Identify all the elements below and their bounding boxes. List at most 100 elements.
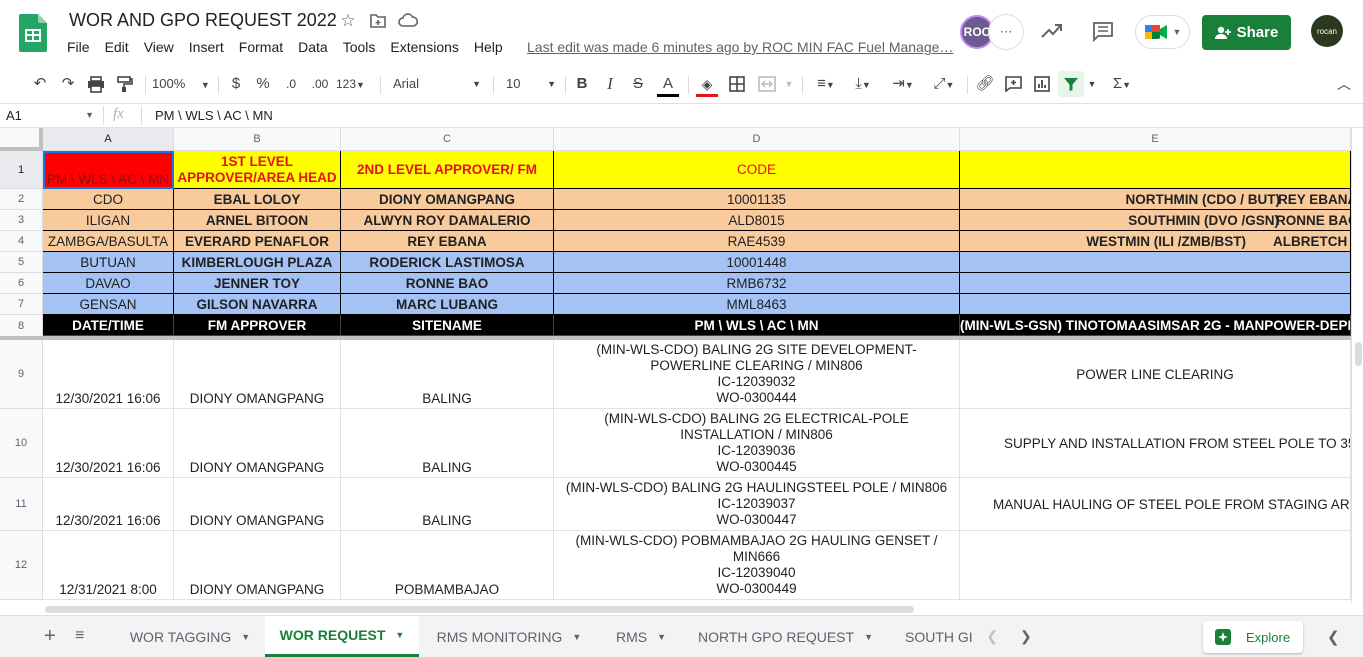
cell-a7[interactable]: GENSAN <box>43 294 174 315</box>
menu-extensions[interactable]: Extensions <box>390 39 458 55</box>
spreadsheet-grid[interactable]: A B C D E 1 2 3 4 5 6 7 8 9 10 11 12 PM … <box>0 128 1351 603</box>
cell-b5[interactable]: KIMBERLOUGH PLAZA <box>174 252 341 273</box>
insert-chart-icon[interactable] <box>1034 76 1050 92</box>
row-header[interactable]: 6 <box>0 273 43 294</box>
cell-c4[interactable]: REY EBANA <box>341 231 554 252</box>
cell-b1[interactable]: 1ST LEVEL APPROVER/AREA HEAD <box>174 151 341 189</box>
cell-e9[interactable]: POWER LINE CLEARING <box>960 340 1351 409</box>
cell-d11[interactable]: (MIN-WLS-CDO) BALING 2G HAULINGSTEEL POL… <box>554 478 960 531</box>
percent-button[interactable]: % <box>255 74 271 94</box>
horizontal-scroll-thumb[interactable] <box>45 606 914 613</box>
horizontal-scrollbar[interactable] <box>43 603 1363 615</box>
cell-c3[interactable]: ALWYN ROY DAMALERIO <box>341 210 554 231</box>
functions-icon[interactable]: Σ▼ <box>1107 74 1137 94</box>
cell-a9[interactable]: 12/30/2021 16:06 <box>43 340 174 409</box>
cell-c7[interactable]: MARC LUBANG <box>341 294 554 315</box>
cell-e6[interactable] <box>960 273 1351 294</box>
activity-trend-icon[interactable] <box>1041 22 1063 40</box>
cell-a4[interactable]: ZAMBGA/BASULTA <box>43 231 174 252</box>
cell-d3[interactable]: ALD8015 <box>554 210 960 231</box>
row-header[interactable]: 9 <box>0 340 43 409</box>
cell-e3[interactable]: SOUTHMIN (DVO /GSN) RONNE BAO <box>960 210 1351 231</box>
cell-c1[interactable]: 2ND LEVEL APPROVER/ FM <box>341 151 554 189</box>
menu-format[interactable]: Format <box>239 39 283 55</box>
cell-e1[interactable] <box>960 151 1351 189</box>
scroll-tabs-left-icon[interactable]: ❮ <box>986 628 998 645</box>
cell-e11[interactable]: MANUAL HAULING OF STEEL POLE FROM STAGIN… <box>960 478 1351 531</box>
row-header[interactable]: 5 <box>0 252 43 273</box>
menu-file[interactable]: File <box>67 39 90 55</box>
cell-a12[interactable]: 12/31/2021 8:00 <box>43 531 174 600</box>
text-wrap-icon[interactable]: ⇥▼ <box>887 74 919 94</box>
row-header[interactable]: 1 <box>0 151 43 189</box>
insert-comment-icon[interactable] <box>1005 76 1022 92</box>
share-button[interactable]: Share <box>1202 15 1291 50</box>
column-header-b[interactable]: B <box>174 128 341 151</box>
formula-input[interactable]: PM \ WLS \ AC \ MN <box>155 108 273 123</box>
row-header[interactable]: 10 <box>0 409 43 478</box>
row-header[interactable]: 8 <box>0 315 43 338</box>
cell-b6[interactable]: JENNER TOY <box>174 273 341 294</box>
cell-a2[interactable]: CDO <box>43 189 174 210</box>
cell-d6[interactable]: RMB6732 <box>554 273 960 294</box>
decrease-decimal-button[interactable]: .0 <box>280 74 302 94</box>
cell-a5[interactable]: BUTUAN <box>43 252 174 273</box>
cell-a3[interactable]: ILIGAN <box>43 210 174 231</box>
cell-e2[interactable]: NORTHMIN (CDO / BUT) REY EBANA <box>960 189 1351 210</box>
merge-cells-icon[interactable] <box>758 76 776 92</box>
menu-insert[interactable]: Insert <box>189 39 224 55</box>
filter-icon[interactable] <box>1063 76 1079 92</box>
cell-e4[interactable]: WESTMIN (ILI /ZMB/BST) ALBRETCH <box>960 231 1351 252</box>
increase-decimal-button[interactable]: .00 <box>308 74 332 94</box>
cell-a1[interactable]: PM \ WLS \ AC \ MN <box>43 151 174 189</box>
star-icon[interactable]: ☆ <box>338 11 358 31</box>
cell-e5[interactable] <box>960 252 1351 273</box>
cell-c2[interactable]: DIONY OMANGPANG <box>341 189 554 210</box>
cell-c5[interactable]: RODERICK LASTIMOSA <box>341 252 554 273</box>
font-size-select[interactable]: 10 ▼ <box>506 74 558 94</box>
cell-b11[interactable]: DIONY OMANGPANG <box>174 478 341 531</box>
horizontal-align-icon[interactable]: ≡▼ <box>811 74 841 94</box>
vertical-scrollbar[interactable] <box>1351 128 1363 603</box>
cell-c11[interactable]: BALING <box>341 478 554 531</box>
cloud-status-icon[interactable] <box>398 13 418 28</box>
cell-d7[interactable]: MML8463 <box>554 294 960 315</box>
menu-edit[interactable]: Edit <box>105 39 129 55</box>
cell-e7[interactable] <box>960 294 1351 315</box>
sheets-logo-icon[interactable] <box>19 14 47 52</box>
account-avatar[interactable]: rocan <box>1311 15 1343 47</box>
cell-d8[interactable]: PM \ WLS \ AC \ MN <box>554 315 960 336</box>
cell-d9[interactable]: (MIN-WLS-CDO) BALING 2G SITE DEVELOPMENT… <box>554 340 960 409</box>
name-box[interactable]: A1 ▼ <box>6 108 94 123</box>
text-rotation-icon[interactable]: ⤢▼ <box>928 74 960 94</box>
bold-button[interactable]: B <box>574 74 590 94</box>
cell-a10[interactable]: 12/30/2021 16:06 <box>43 409 174 478</box>
row-header[interactable]: 11 <box>0 478 43 531</box>
redo-icon[interactable]: ↷ <box>58 74 78 94</box>
side-panel-toggle-icon[interactable]: ❮ <box>1327 628 1340 646</box>
menu-help[interactable]: Help <box>474 39 503 55</box>
cell-c12[interactable]: POBMAMBAJAO <box>341 531 554 600</box>
cell-e12[interactable] <box>960 531 1351 600</box>
print-icon[interactable] <box>87 76 105 93</box>
cell-b10[interactable]: DIONY OMANGPANG <box>174 409 341 478</box>
column-header-d[interactable]: D <box>554 128 960 151</box>
cell-b4[interactable]: EVERARD PENAFLOR <box>174 231 341 252</box>
fill-color-icon[interactable]: ◈ <box>696 74 718 97</box>
merge-dropdown-icon[interactable]: ▼ <box>784 74 794 94</box>
menu-tools[interactable]: Tools <box>343 39 376 55</box>
row-header[interactable]: 2 <box>0 189 43 210</box>
cell-b8[interactable]: FM APPROVER <box>174 315 341 336</box>
comments-icon[interactable] <box>1092 21 1114 42</box>
cell-d10[interactable]: (MIN-WLS-CDO) BALING 2G ELECTRICAL-POLE … <box>554 409 960 478</box>
document-title[interactable]: WOR AND GPO REQUEST 2022 <box>69 10 337 31</box>
explore-button[interactable]: Explore <box>1203 621 1303 653</box>
cell-d12[interactable]: (MIN-WLS-CDO) POBMAMBAJAO 2G HAULING GEN… <box>554 531 960 600</box>
undo-icon[interactable]: ↶ <box>30 74 50 94</box>
strikethrough-button[interactable]: S <box>630 74 646 94</box>
column-header-a[interactable]: A <box>43 128 174 151</box>
more-formats-button[interactable]: 123▼ <box>336 74 370 94</box>
cell-a11[interactable]: 12/30/2021 16:06 <box>43 478 174 531</box>
cell-e10[interactable]: SUPPLY AND INSTALLATION FROM STEEL POLE … <box>960 409 1351 478</box>
collapse-menu-icon[interactable]: ︿ <box>1336 74 1352 94</box>
